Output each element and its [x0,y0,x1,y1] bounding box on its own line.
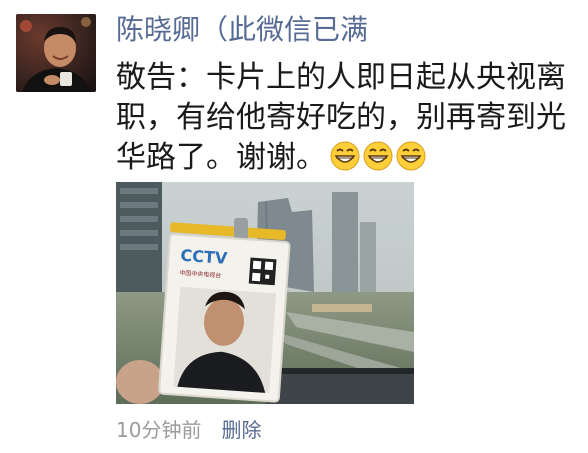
post-text-line: 华路了。谢谢。 [116,138,576,182]
avatar-photo [16,14,96,92]
grin-emoji-icon [396,141,426,171]
post-photo[interactable]: CCTV 中国中央电视台 [116,182,414,404]
grin-emoji-icon [330,141,360,171]
post-text-segment: 华路了。谢谢。 [116,140,326,175]
post-timestamp: 10分钟前 [116,418,202,442]
post-text: 敬告：卡片上的人即日起从央视离 职，有给他寄好吃的，别再寄到光 华路了。谢谢。 [116,58,576,182]
post-photo-image: CCTV 中国中央电视台 [116,182,414,404]
post-text-line: 职，有给他寄好吃的，别再寄到光 [116,100,566,135]
post-meta: 10分钟前 删除 [116,416,261,444]
emoji-group [330,141,429,182]
author-avatar[interactable] [16,14,96,92]
grin-emoji-icon [363,141,393,171]
delete-button[interactable]: 删除 [221,418,261,442]
post-text-line: 敬告：卡片上的人即日起从央视离 [116,60,566,95]
author-name[interactable]: 陈晓卿（此微信已满 [116,12,368,48]
badge-logo: CCTV [180,246,229,268]
